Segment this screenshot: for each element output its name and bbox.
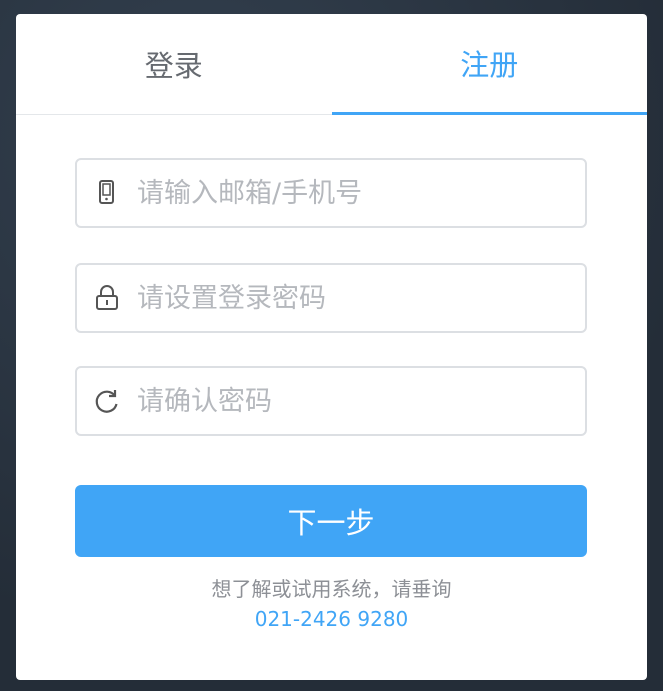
account-input[interactable] xyxy=(137,163,567,223)
phone-icon xyxy=(77,160,137,226)
confirm-password-input[interactable] xyxy=(137,371,567,431)
password-input[interactable] xyxy=(137,268,567,328)
confirm-password-field xyxy=(75,366,587,436)
tab-login[interactable]: 登录 xyxy=(16,14,332,114)
refresh-icon xyxy=(77,368,137,434)
contact-phone-link[interactable]: 021-2426 9280 xyxy=(16,607,647,631)
account-field xyxy=(75,158,587,228)
password-field xyxy=(75,263,587,333)
tab-register[interactable]: 注册 xyxy=(331,14,647,115)
lock-icon xyxy=(77,265,137,331)
next-step-button[interactable]: 下一步 xyxy=(75,485,587,557)
contact-hint: 想了解或试用系统，请垂询 xyxy=(211,577,452,601)
auth-tabs: 登录 注册 xyxy=(16,14,647,115)
register-card: 登录 注册 下一步 xyxy=(16,14,647,680)
